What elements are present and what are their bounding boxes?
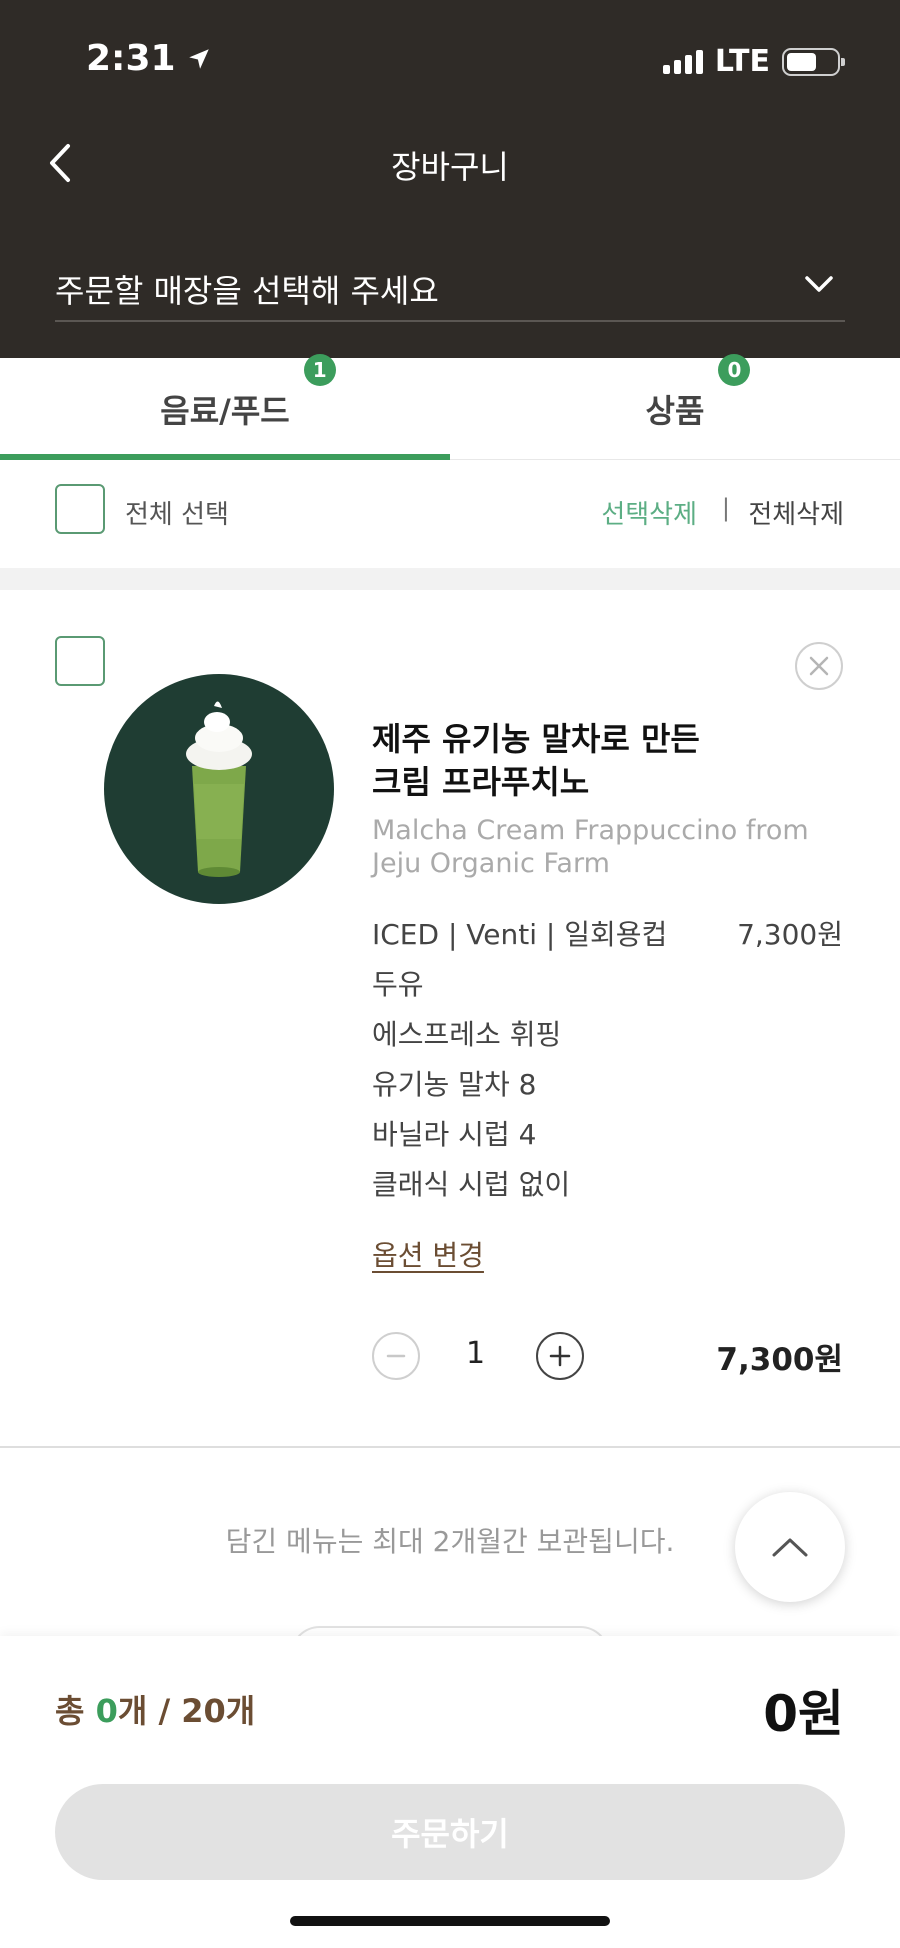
chevron-up-icon [772,1538,808,1557]
product-name-english: Malcha Cream Frappuccino from Jeju Organ… [372,815,809,879]
total-price: 0원 [763,1685,844,1743]
divider: | [721,494,730,522]
tab-beverage-food[interactable]: 음료/푸드 1 [0,354,450,460]
section-divider [0,568,900,590]
option-item: 에스프레소 휘핑 [372,1018,562,1051]
selected-count: 0 [95,1692,118,1730]
option-item: 클래식 시럽 없이 [372,1168,571,1201]
category-tabs: 음료/푸드 1 상품 0 [0,354,900,460]
page-title: 장바구니 [391,148,509,186]
minus-icon [386,1354,406,1358]
status-indicators: LTE [662,44,845,79]
header: 2:31 LTE 장바구니 주문할 매장을 선택해 주세요 [0,0,900,358]
signal-icon [662,49,703,74]
option-item: 바닐라 시럽 4 [372,1118,537,1151]
cart-item: 제주 유기농 말차로 만든 크림 프라푸치노 Malcha Cream Frap… [0,590,900,1448]
count-badge: 0 [718,354,751,386]
select-all-label: 전체 선택 [125,500,229,530]
plus-icon [549,1345,571,1367]
item-total-price: 7,300원 [716,1342,843,1378]
item-checkbox[interactable] [55,636,105,686]
close-icon [809,656,829,676]
base-price: 7,300원 [737,918,843,951]
count-badge: 1 [303,354,336,386]
base-option: ICED | Venti | 일회용컵 [372,918,668,951]
store-selector-label: 주문할 매장을 선택해 주세요 [55,272,439,310]
store-selector[interactable]: 주문할 매장을 선택해 주세요 [55,262,845,322]
select-all-checkbox[interactable] [55,484,105,534]
clock-text: 2:31 [86,38,176,79]
decrease-quantity-button[interactable] [372,1332,420,1380]
option-item: 유기농 말차 8 [372,1068,537,1101]
network-label: LTE [714,44,770,79]
remove-item-button[interactable] [795,642,843,690]
selection-toolbar: 전체 선택 선택삭제 | 전체삭제 [0,460,900,568]
quantity-value: 1 [466,1336,486,1371]
home-indicator [290,1916,610,1926]
battery-icon [782,47,845,76]
tab-goods[interactable]: 상품 0 [450,354,900,460]
tab-label: 음료/푸드 1 [160,354,336,432]
product-name-korean: 제주 유기농 말차로 만든 크림 프라푸치노 [372,720,700,801]
scroll-to-top-button[interactable] [735,1492,845,1602]
order-button[interactable]: 주문하기 [55,1784,845,1880]
option-item: 두유 [372,968,424,1001]
selected-count-summary: 총 0개 / 20개 [55,1692,256,1730]
order-summary-bar: 총 0개 / 20개 0원 주문하기 [0,1636,900,1948]
change-option-link[interactable]: 옵션 변경 [372,1234,484,1274]
tab-label: 상품 0 [646,354,751,432]
location-arrow-icon [188,48,209,69]
status-time: 2:31 [86,38,212,79]
chevron-down-icon [805,276,833,292]
delete-all-button[interactable]: 전체삭제 [748,494,844,531]
delete-selected-button[interactable]: 선택삭제 [601,494,697,531]
product-image [104,674,334,904]
increase-quantity-button[interactable] [536,1332,584,1380]
